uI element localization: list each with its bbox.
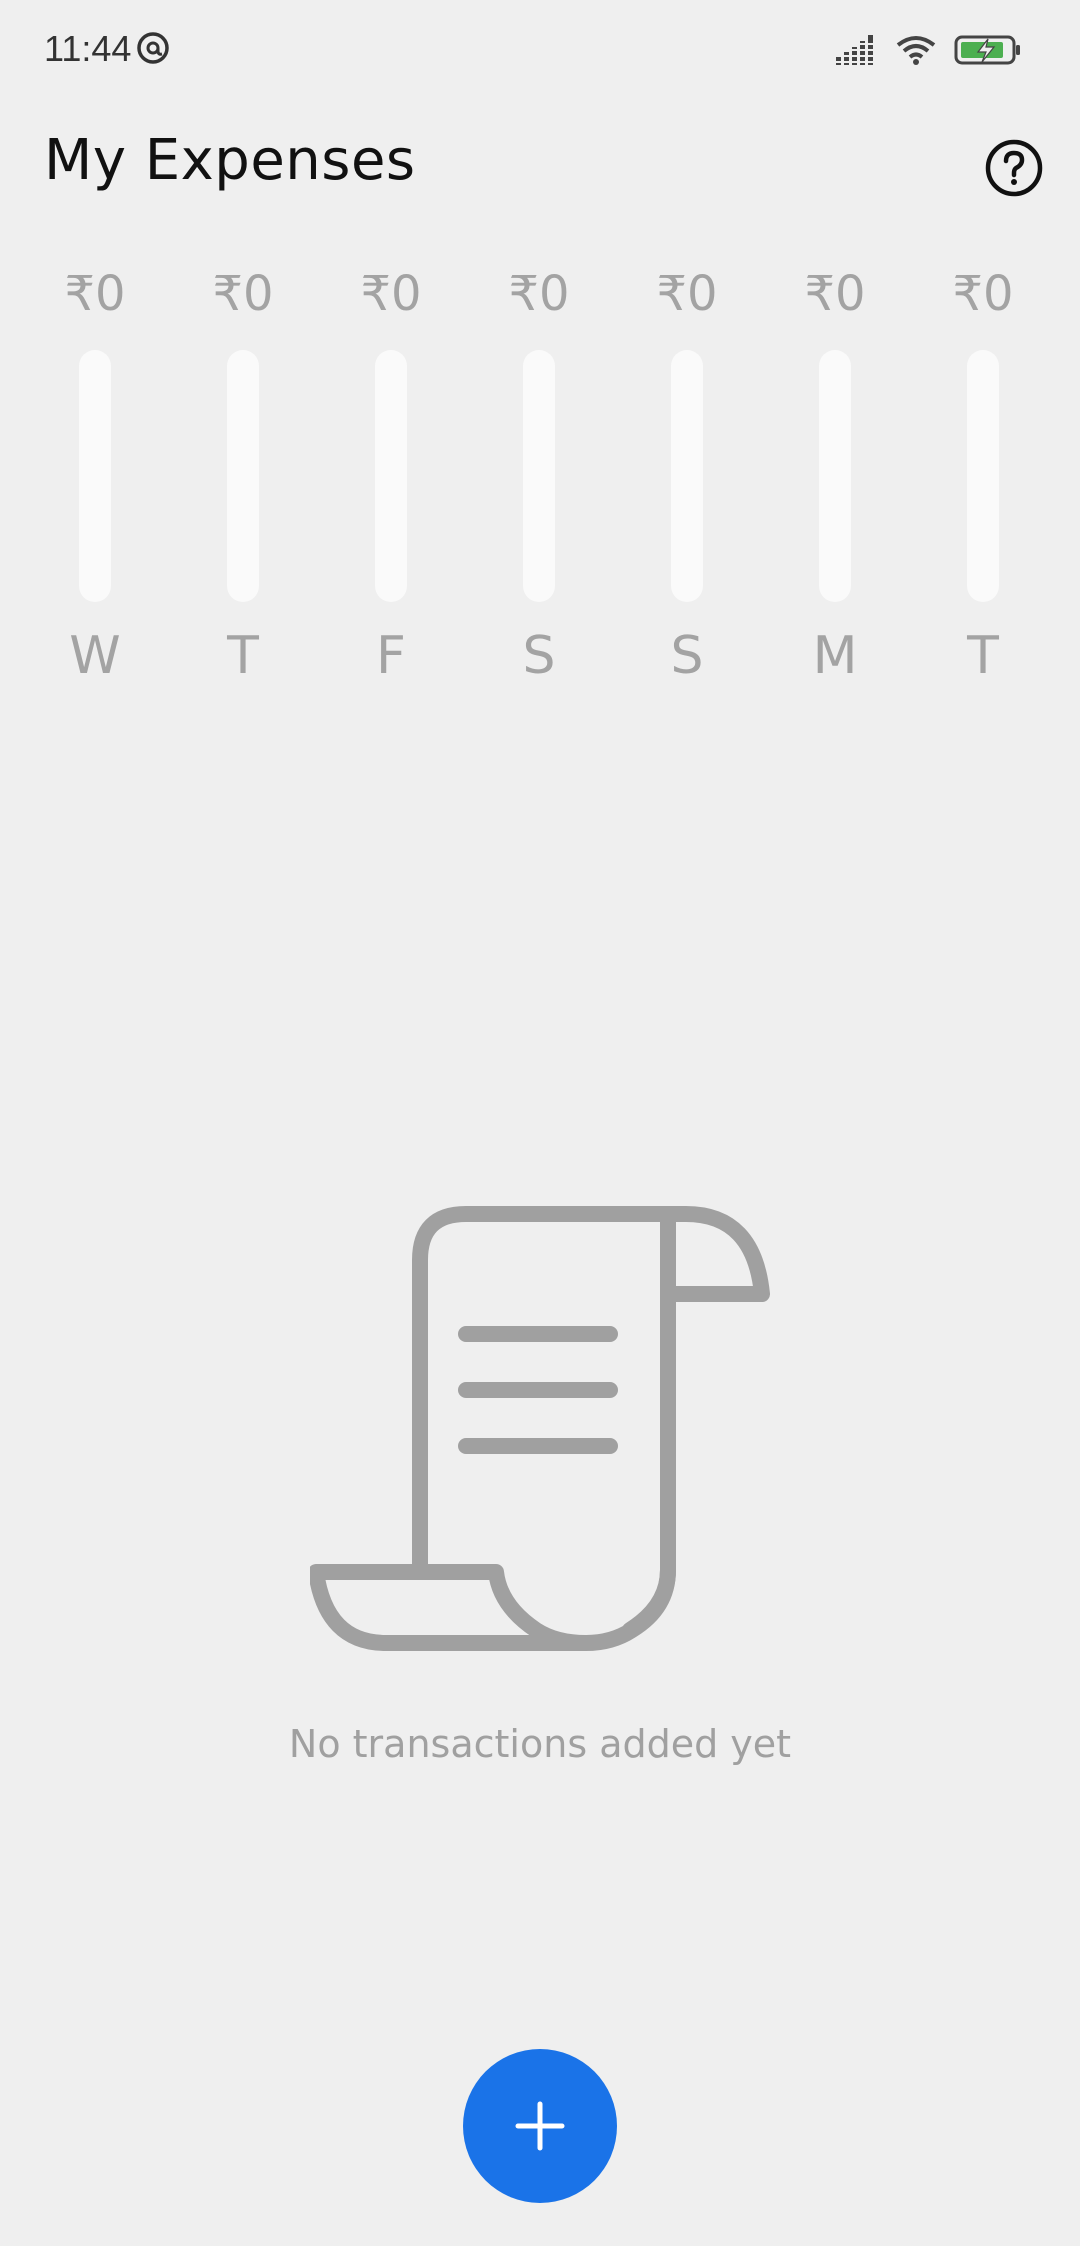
day-label: S xyxy=(522,626,556,686)
day-bar-track xyxy=(967,350,999,602)
day-amount-label: ₹0 xyxy=(64,266,126,322)
status-time: 11:44 xyxy=(44,28,132,69)
day-bar-track xyxy=(523,350,555,602)
cellular-signal-icon xyxy=(836,35,878,65)
day-label: T xyxy=(227,626,259,686)
day-bar-track xyxy=(375,350,407,602)
wifi-icon xyxy=(896,36,936,65)
day-bar-track xyxy=(819,350,851,602)
plus-icon xyxy=(515,2101,565,2151)
add-transaction-button[interactable] xyxy=(463,2049,617,2203)
day-amount-label: ₹0 xyxy=(804,266,866,322)
day-column: ₹0 M xyxy=(775,260,895,700)
day-column: ₹0 S xyxy=(479,260,599,700)
day-amount-label: ₹0 xyxy=(952,266,1014,322)
day-label: F xyxy=(376,626,406,686)
empty-state-message: No transactions added yet xyxy=(288,1722,792,1766)
expenses-screen: 11:44 My Expenses ₹0 W ₹0 T ₹0 F ₹0 S ₹0… xyxy=(0,0,1080,2246)
battery-charging-icon xyxy=(954,35,1020,65)
at-sign-icon xyxy=(137,32,169,64)
receipt-scroll-icon xyxy=(310,1206,770,1651)
day-column: ₹0 F xyxy=(331,260,451,700)
day-amount-label: ₹0 xyxy=(212,266,274,322)
weekly-spending-chart: ₹0 W ₹0 T ₹0 F ₹0 S ₹0 S ₹0 M ₹0 T xyxy=(0,260,1080,700)
help-circle-icon[interactable] xyxy=(984,138,1044,198)
page-title: My Expenses xyxy=(44,128,416,193)
day-bar-track xyxy=(227,350,259,602)
day-bar-track xyxy=(671,350,703,602)
day-label: W xyxy=(69,626,121,686)
day-column: ₹0 T xyxy=(183,260,303,700)
day-column: ₹0 W xyxy=(35,260,155,700)
day-amount-label: ₹0 xyxy=(508,266,570,322)
status-bar: 11:44 xyxy=(0,0,1080,96)
day-column: ₹0 S xyxy=(627,260,747,700)
day-label: T xyxy=(967,626,999,686)
day-amount-label: ₹0 xyxy=(360,266,422,322)
status-icons xyxy=(836,30,1022,70)
day-amount-label: ₹0 xyxy=(656,266,718,322)
day-label: M xyxy=(812,626,858,686)
day-column: ₹0 T xyxy=(923,260,1043,700)
day-bar-track xyxy=(79,350,111,602)
day-label: S xyxy=(670,626,704,686)
